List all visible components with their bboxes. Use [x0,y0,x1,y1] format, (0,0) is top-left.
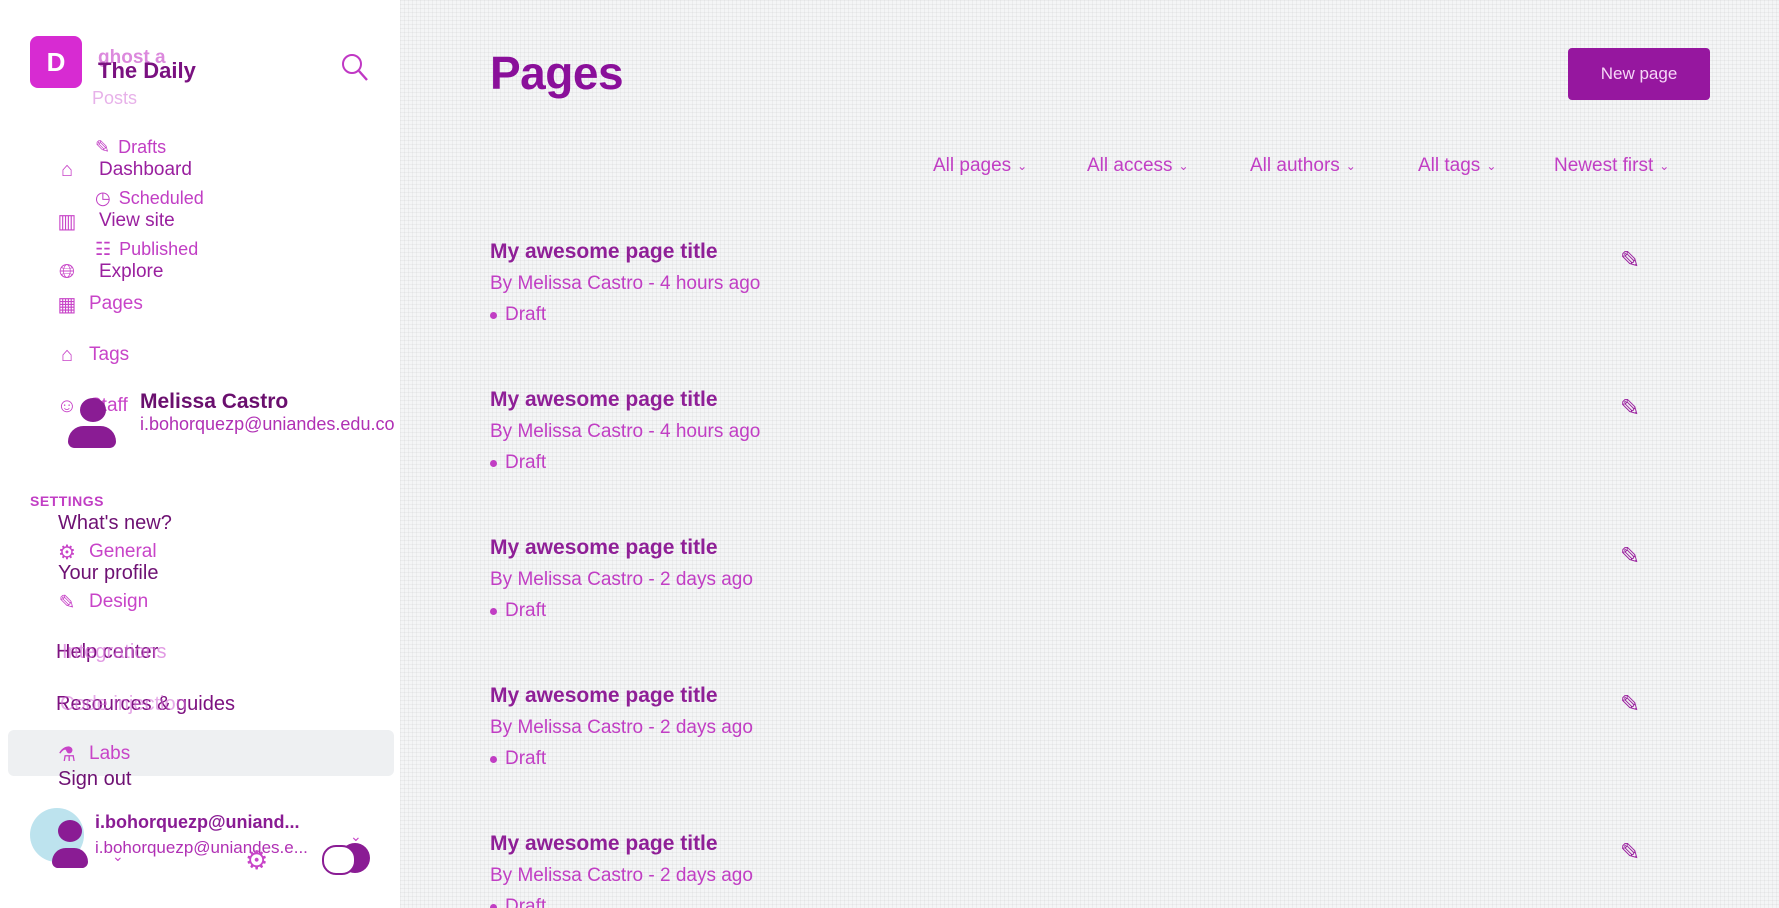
table-row[interactable]: My awesome page title By Melissa Castro … [490,388,1720,528]
sidebar-item-label: Tags [89,344,130,365]
sidebar-item-general[interactable]: ⚙ General [55,540,157,564]
filter-label: All authors [1250,155,1340,176]
night-mode-toggle[interactable] [322,843,370,875]
filter-sort-order[interactable]: Newest first ⌄ [1554,155,1669,177]
table-row[interactable]: My awesome page title By Melissa Castro … [490,832,1720,908]
chevron-down-icon: ⌄ [1017,159,1028,173]
user-name: Melissa Castro [140,390,289,413]
avatar [68,394,116,450]
sidebar-item-label: Scheduled [118,188,204,208]
whats-new-link[interactable]: What's new? [58,512,172,535]
settings-header: SETTINGS [30,493,105,509]
avatar [52,820,88,876]
chevron-down-icon: ⌄ [1659,159,1670,173]
view-site-icon: ▥ [57,210,77,233]
new-page-button[interactable]: New page [1568,48,1710,100]
page-row-title[interactable]: My awesome page title [490,536,718,560]
table-row[interactable]: My awesome page title By Melissa Castro … [490,240,1720,380]
flask-icon: ⚗ [58,743,76,766]
chevron-down-icon[interactable]: ⌄ [112,848,124,865]
user-email: i.bohorquezp@uniandes.edu.co [140,414,395,434]
status-badge: Draft [490,304,546,326]
pencil-icon[interactable]: ✎ [1620,542,1650,572]
globe-icon: 🌐︎ [59,260,75,283]
filter-all-authors[interactable]: All authors ⌄ [1250,155,1356,177]
your-profile-link[interactable]: Your profile [58,562,158,585]
sign-out-link[interactable]: Sign out [58,768,131,791]
sidebar-item-pages[interactable]: ▦ Pages [55,292,143,316]
code-injection-ghost: Code injection [60,693,187,715]
gear-icon: ⚙ [58,541,76,564]
filter-all-pages[interactable]: All pages ⌄ [933,155,1027,177]
page-row-meta: By Melissa Castro - 4 hours ago [490,273,761,294]
status-badge: Draft [490,452,546,474]
clock-icon: ◷ [95,188,111,208]
integrations-ghost: Integrations [62,641,167,663]
pencil-icon[interactable]: ✎ [1620,246,1650,276]
filter-label: Newest first [1554,155,1654,176]
published-icon: ☷ [95,239,112,259]
sidebar-item-explore[interactable]: 🌐︎ Explore [55,260,163,284]
sidebar: D ghost a The Daily Posts ✎ Drafts ◷ Sch… [0,0,400,908]
sidebar-item-view-site[interactable]: ▥ View site [55,209,175,233]
sidebar-item-label: General [89,541,157,562]
chevron-down-icon: ⌄ [1178,159,1189,173]
sidebar-item-label: Published [119,239,199,259]
sidebar-item-label: Explore [99,261,164,282]
page-row-meta: By Melissa Castro - 2 days ago [490,717,753,738]
site-title[interactable]: The Daily [98,58,196,84]
pencil-icon[interactable]: ✎ [1620,690,1650,720]
filter-label: All tags [1418,155,1481,176]
sidebar-item-published[interactable]: ☷ Published [95,239,198,260]
page-row-meta: By Melissa Castro - 4 hours ago [490,421,761,442]
sidebar-item-scheduled[interactable]: ◷ Scheduled [95,188,204,209]
sidebar-item-design[interactable]: ✎ Design [55,590,149,614]
gear-icon[interactable]: ⚙ [245,845,268,876]
footer-user-email: i.bohorquezp@uniandes.e... [95,838,308,857]
status-badge: Draft [490,896,546,908]
page-title: Pages [490,47,624,99]
page-row-title[interactable]: My awesome page title [490,240,718,264]
site-logo[interactable]: D [30,36,82,88]
page-row-meta: By Melissa Castro - 2 days ago [490,865,753,886]
page-row-title[interactable]: My awesome page title [490,832,718,856]
chevron-down-icon: ⌄ [1345,159,1356,173]
chevron-down-icon: ⌄ [1486,159,1497,173]
table-row[interactable]: My awesome page title By Melissa Castro … [490,684,1720,824]
tag-icon: ⌂ [60,343,74,366]
footer-user-email-bold[interactable]: i.bohorquezp@uniand... [95,812,300,833]
filter-bar: All pages ⌄ All access ⌄ All authors ⌄ All … [0,155,1779,185]
status-badge: Draft [490,748,546,770]
page-row-title[interactable]: My awesome page title [490,684,718,708]
sidebar-item-label: Labs [89,743,131,764]
search-icon[interactable] [340,50,370,84]
filter-label: All pages [933,155,1012,176]
sidebar-item-label: Pages [89,293,143,314]
page-row-title[interactable]: My awesome page title [490,388,718,412]
page-row-meta: By Melissa Castro - 2 days ago [490,569,753,590]
table-row[interactable]: My awesome page title By Melissa Castro … [490,536,1720,676]
filter-all-access[interactable]: All access ⌄ [1087,155,1189,177]
brush-icon: ✎ [58,591,76,614]
sidebar-item-tags[interactable]: ⌂ Tags [55,343,129,367]
filter-label: All access [1087,155,1173,176]
pages-icon: ▦ [57,293,77,316]
sidebar-item-label: View site [99,210,175,231]
status-badge: Draft [490,600,546,622]
sidebar-item-labs[interactable]: ⚗ Labs [55,742,130,766]
filter-all-tags[interactable]: All tags ⌄ [1418,155,1496,177]
posts-label-ghost: Posts [92,88,138,108]
sidebar-item-label: Design [89,591,149,612]
pencil-icon[interactable]: ✎ [1620,838,1650,868]
pencil-icon[interactable]: ✎ [1620,394,1650,424]
